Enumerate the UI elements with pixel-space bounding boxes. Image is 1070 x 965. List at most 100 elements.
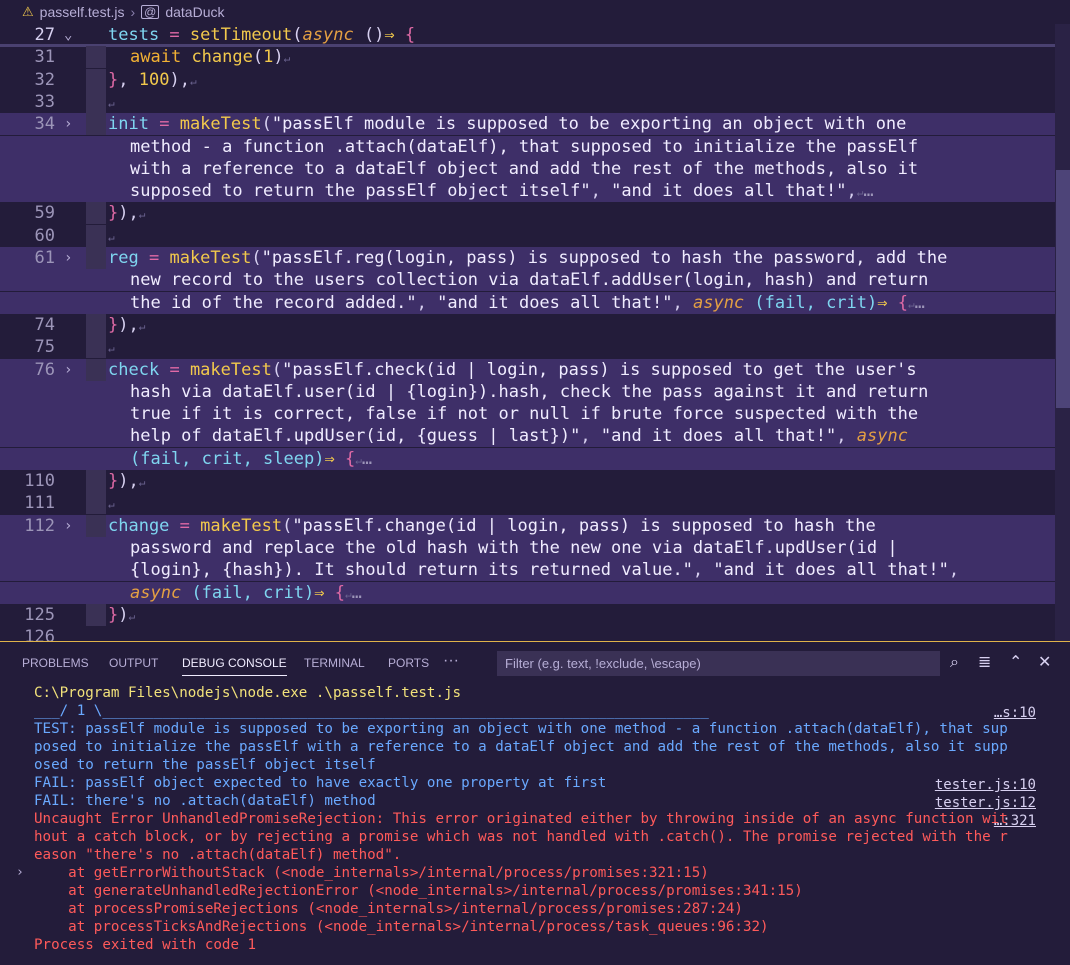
code-line[interactable]: (fail, crit, sleep)⇒ {↵… (0, 447, 1055, 470)
code-line[interactable]: 125})↵ (0, 603, 1055, 626)
code-line[interactable]: async (fail, crit)⇒ {↵… (0, 581, 1055, 604)
tab-debug-console[interactable]: DEBUG CONSOLE (182, 656, 287, 676)
console-line: eason "there's no .attach(dataElf) metho… (34, 847, 402, 863)
code-line[interactable]: 75 ↵ (0, 336, 1055, 359)
console-line: TEST: passElf module is supposed to be e… (34, 721, 1008, 737)
code-line[interactable]: the id of the record added.", "and it do… (0, 291, 1055, 314)
chevron-right-icon[interactable]: › (64, 515, 72, 537)
chevron-right-icon[interactable]: › (16, 864, 24, 882)
code-text: }),↵ (108, 203, 146, 224)
indent-guide (86, 336, 106, 359)
code-line[interactable]: 60 ↵ (0, 224, 1055, 247)
code-text: }),↵ (108, 314, 146, 335)
code-text: {login}, {hash}). It should return its r… (130, 560, 960, 581)
code-text: }, 100),↵ (108, 69, 197, 90)
code-text: hash via dataElf.user(id | {login}).hash… (130, 381, 929, 402)
code-line[interactable]: true if it is correct, false if not or n… (0, 403, 1055, 426)
line-number: 60 (34, 225, 55, 246)
tab-ports[interactable]: PORTS (388, 656, 429, 676)
line-number: 112 (24, 515, 55, 536)
line-number: 27 (34, 25, 55, 45)
chevron-up-icon[interactable]: ⌃ (1009, 652, 1022, 671)
code-line[interactable]: 126 (0, 626, 1055, 641)
code-text: help of dataElf.updUser(id, {guess | las… (130, 426, 908, 447)
code-line[interactable]: 74 }),↵ (0, 313, 1055, 336)
code-line[interactable]: method - a function .attach(dataElf), th… (0, 135, 1055, 158)
code-line[interactable]: hash via dataElf.user(id | {login}).hash… (0, 380, 1055, 403)
clear-console-icon[interactable]: ≣ (978, 652, 991, 671)
console-line: at generateUnhandledRejectionError (<nod… (34, 883, 803, 899)
line-number: 61 (34, 248, 55, 268)
console-line: FAIL: there's no .attach(dataElf) method (34, 793, 376, 809)
code-line[interactable]: {login}, {hash}). It should return its r… (0, 559, 1055, 582)
code-text: password and replace the old hash with t… (130, 537, 898, 558)
code-line[interactable]: new record to the users collection via d… (0, 269, 1055, 292)
console-line: at processPromiseRejections (<node_inter… (34, 901, 743, 917)
indent-guide (86, 514, 106, 537)
chevron-right-icon: › (130, 4, 136, 20)
code-line[interactable]: password and replace the old hash with t… (0, 536, 1055, 559)
chevron-right-icon[interactable]: › (64, 247, 72, 269)
indent-guide (86, 470, 106, 492)
chevron-down-icon[interactable]: ⌄ (64, 24, 72, 46)
tab-terminal[interactable]: TERMINAL (304, 656, 365, 676)
code-line[interactable]: 34 › init = makeTest("passElf module is su… (0, 113, 1055, 136)
indent-guide (86, 492, 106, 515)
line-number: 31 (34, 47, 55, 68)
source-link[interactable]: tester.js:10 (935, 776, 1036, 794)
code-text: })↵ (108, 604, 136, 625)
code-text: method - a function .attach(dataElf), th… (130, 136, 919, 157)
console-line: at getErrorWithoutStack (<node_internals… (34, 865, 709, 881)
close-icon[interactable]: ✕ (1038, 652, 1051, 671)
code-text: ↵ (108, 230, 115, 244)
sticky-scroll-line[interactable]: 27 ⌄ tests = setTimeout(async ()⇒ { (0, 24, 1055, 46)
more-icon[interactable]: ··· (443, 652, 459, 672)
breadcrumb-file[interactable]: pasself.test.js (40, 4, 125, 20)
code-text: true if it is correct, false if not or n… (130, 404, 919, 425)
console-line: C:\Program Files\nodejs\node.exe .\passe… (34, 685, 462, 701)
code-text: the id of the record added.", "and it do… (130, 292, 925, 313)
indent-guide (86, 224, 106, 247)
chevron-right-icon[interactable]: › (64, 113, 72, 135)
code-line[interactable]: 110}),↵ (0, 470, 1055, 492)
code-text: async (fail, crit)⇒ {↵… (130, 582, 362, 603)
code-line[interactable]: 112 › change = makeTest("passElf.change(id… (0, 514, 1055, 537)
indent-guide (86, 202, 106, 225)
line-number: 110 (24, 471, 55, 491)
code-text: ↵ (108, 96, 115, 110)
line-number: 59 (34, 203, 55, 224)
code-line[interactable]: help of dataElf.updUser(id, {guess | las… (0, 425, 1055, 448)
console-line: posed to initialize the passElf with a r… (34, 739, 1008, 755)
console-line: FAIL: passElf object expected to have ex… (34, 775, 607, 791)
line-number: 74 (34, 314, 55, 335)
breadcrumb-symbol[interactable]: dataDuck (165, 4, 224, 20)
warning-file-icon: ⚠ (22, 4, 34, 19)
code-line[interactable]: 111 ↵ (0, 492, 1055, 515)
console-filter-input[interactable]: Filter (e.g. text, !exclude, \escape) (497, 651, 940, 676)
bottom-panel: PROBLEMS OUTPUT DEBUG CONSOLE TERMINAL PORTS… (0, 641, 1070, 965)
code-line[interactable]: 76 › check = makeTest("passElf.check(id | … (0, 358, 1055, 381)
line-number: 33 (34, 91, 55, 112)
line-number: 75 (34, 337, 55, 358)
code-line[interactable]: 59 }),↵ (0, 202, 1055, 225)
line-number: 32 (34, 69, 55, 90)
code-line[interactable]: with a reference to a dataElf object and… (0, 157, 1055, 180)
code-line[interactable]: 61 › reg = makeTest("passElf.reg(login, pa… (0, 247, 1055, 269)
code-line[interactable]: supposed to return the passElf object it… (0, 180, 1055, 203)
code-text: tests = setTimeout(async ()⇒ { (108, 25, 416, 45)
code-editor[interactable]: 27 ⌄ tests = setTimeout(async ()⇒ {31 await… (0, 24, 1070, 641)
code-line[interactable]: 31 await change(1)↵ (0, 46, 1055, 69)
code-text: supposed to return the passElf object it… (130, 181, 874, 202)
code-line[interactable]: 32 }, 100),↵ (0, 68, 1055, 91)
tab-problems[interactable]: PROBLEMS (22, 656, 89, 676)
tab-output[interactable]: OUTPUT (109, 656, 158, 676)
line-number: 34 (34, 114, 55, 135)
code-text: with a reference to a dataElf object and… (130, 158, 919, 179)
chevron-right-icon[interactable]: › (64, 359, 72, 381)
indent-guide (86, 603, 106, 626)
console-line: osed to return the passElf object itself (34, 757, 376, 773)
editor-scroll-thumb[interactable] (1056, 170, 1070, 408)
code-line[interactable]: 33 ↵ (0, 90, 1055, 113)
code-text: init = makeTest("passElf module is suppo… (108, 114, 907, 135)
search-icon[interactable]: ⌕ (950, 652, 959, 672)
